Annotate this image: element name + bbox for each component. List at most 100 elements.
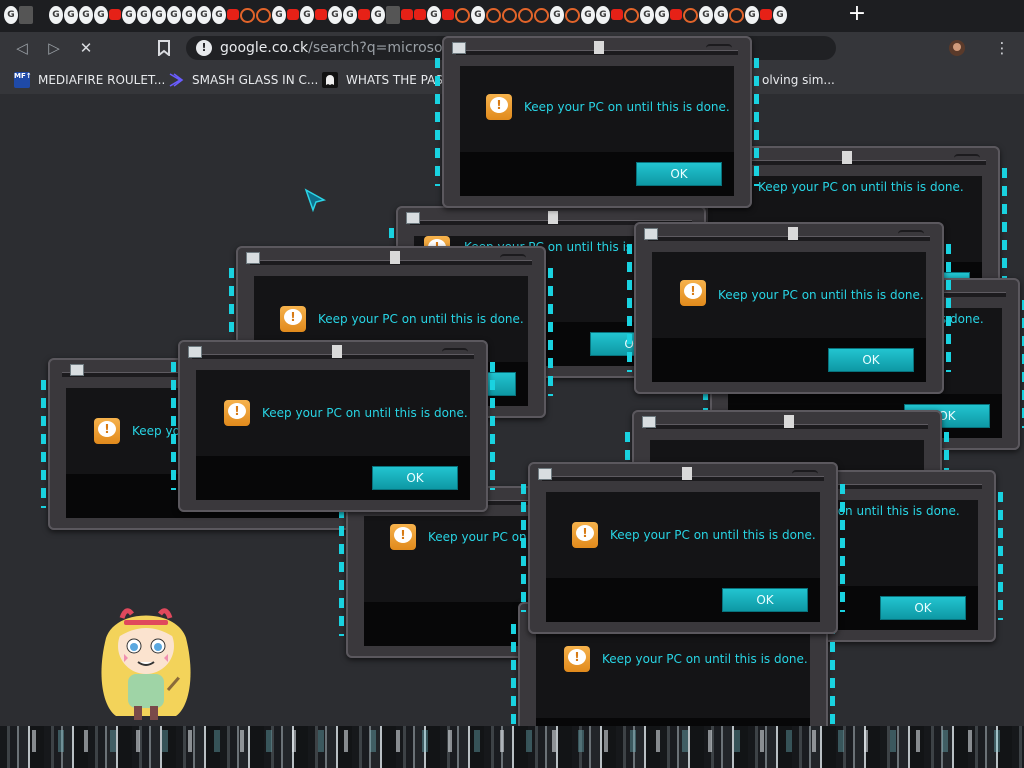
browser-tab[interactable]: G: [64, 6, 78, 24]
browser-tab[interactable]: [386, 6, 400, 24]
new-tab-button[interactable]: +: [846, 3, 868, 26]
browser-tab[interactable]: G: [167, 6, 181, 24]
app-icon: [406, 212, 420, 224]
bookmark-icon[interactable]: [156, 40, 172, 58]
title-slider-knob[interactable]: [784, 415, 794, 428]
browser-tab[interactable]: G: [714, 6, 728, 24]
ok-button[interactable]: OK: [828, 348, 914, 372]
browser-tab[interactable]: [442, 9, 454, 20]
title-slider-knob[interactable]: [548, 211, 558, 224]
dialog-message: Keep your PC on until this is done.: [524, 100, 730, 114]
browser-tab[interactable]: G: [699, 6, 713, 24]
browser-tab[interactable]: G: [79, 6, 93, 24]
browser-tab[interactable]: [227, 9, 239, 20]
browser-tab[interactable]: G: [745, 6, 759, 24]
browser-tab[interactable]: G: [94, 6, 108, 24]
app-icon: [188, 346, 202, 358]
browser-tab[interactable]: G: [152, 6, 166, 24]
browser-tab[interactable]: G: [550, 6, 564, 24]
browser-tab[interactable]: G: [197, 6, 211, 24]
browser-tab[interactable]: G: [471, 6, 485, 24]
ok-button[interactable]: OK: [372, 466, 458, 490]
title-slider-knob[interactable]: [332, 345, 342, 358]
browser-tab[interactable]: [401, 9, 413, 20]
browser-tab[interactable]: [565, 8, 580, 23]
dialog-window[interactable]: OK Keep your PC on until this is done.: [521, 462, 845, 634]
browser-tab[interactable]: G: [212, 6, 226, 24]
dialog-window[interactable]: OK Keep your PC on until this is done.: [627, 222, 951, 394]
browser-tab[interactable]: [358, 9, 370, 20]
title-notch: [706, 44, 732, 52]
browser-tab[interactable]: G: [773, 6, 787, 24]
bookmark-label: WHATS THE PAS: [346, 73, 443, 87]
title-slider-knob[interactable]: [682, 467, 692, 480]
browser-tab[interactable]: G: [182, 6, 196, 24]
browser-tab[interactable]: [256, 8, 271, 23]
back-icon[interactable]: ◁: [14, 40, 30, 56]
forward-icon[interactable]: ▷: [46, 40, 62, 56]
dialog-window[interactable]: OK Keep your PC on until this is done.: [171, 340, 495, 512]
browser-tab[interactable]: [729, 8, 744, 23]
ok-button[interactable]: OK: [636, 162, 722, 186]
browser-tab[interactable]: G: [137, 6, 151, 24]
bookmark-whats-the-pass[interactable]: WHATS THE PAS: [322, 72, 443, 88]
browser-tab[interactable]: [19, 6, 33, 24]
browser-tab[interactable]: [486, 8, 501, 23]
browser-tab[interactable]: [670, 9, 682, 20]
glitch-taskbar-area: [0, 726, 1024, 768]
browser-tab[interactable]: G: [300, 6, 314, 24]
browser-tab[interactable]: [414, 9, 426, 20]
browser-tab[interactable]: [315, 9, 327, 20]
browser-tab[interactable]: G: [427, 6, 441, 24]
browser-tab[interactable]: [760, 9, 772, 20]
browser-tab[interactable]: [518, 8, 533, 23]
stop-loading-icon[interactable]: ✕: [78, 40, 94, 56]
url-text[interactable]: google.co.ck/search?q=microsoft+: [220, 40, 464, 56]
browser-tab[interactable]: [502, 8, 517, 23]
warning-icon: [564, 646, 590, 672]
ok-button[interactable]: OK: [722, 588, 808, 612]
browser-tab[interactable]: G: [640, 6, 654, 24]
browser-tab[interactable]: [287, 9, 299, 20]
browser-tab[interactable]: G: [4, 6, 18, 24]
bookmark-smash-glass[interactable]: SMASH GLASS IN C...: [168, 72, 318, 88]
site-info-icon[interactable]: !: [196, 40, 212, 56]
bookmark-label: olving sim...: [762, 73, 835, 87]
title-slider-knob[interactable]: [390, 251, 400, 264]
browser-tab[interactable]: G: [581, 6, 595, 24]
browser-tab[interactable]: G: [655, 6, 669, 24]
dialog-footer: OK: [652, 338, 926, 382]
dialog-window[interactable]: OK Keep your PC on until this is done.: [435, 36, 759, 208]
avatar[interactable]: [948, 39, 965, 56]
browser-tab[interactable]: G: [49, 6, 63, 24]
browser-tab[interactable]: [683, 8, 698, 23]
browser-tab[interactable]: G: [328, 6, 342, 24]
warning-icon: [486, 94, 512, 120]
browser-tab[interactable]: G: [122, 6, 136, 24]
browser-tab[interactable]: [109, 9, 121, 20]
title-slider-knob[interactable]: [594, 41, 604, 54]
browser-tab[interactable]: [534, 8, 549, 23]
browser-tab[interactable]: [240, 8, 255, 23]
warning-icon: [572, 522, 598, 548]
menu-icon[interactable]: ⋮: [994, 40, 1010, 56]
dialog-footer: OK: [546, 578, 820, 622]
browser-tab[interactable]: [34, 6, 48, 24]
browser-tab[interactable]: G: [343, 6, 357, 24]
bookmark-solving[interactable]: olving sim...: [762, 72, 835, 88]
dialog-message: Keep your PC on until this is done.: [718, 288, 924, 302]
browser-tab[interactable]: [624, 8, 639, 23]
browser-tab[interactable]: [611, 9, 623, 20]
browser-tab[interactable]: [455, 8, 470, 23]
warning-icon: [680, 280, 706, 306]
warning-icon: [224, 400, 250, 426]
browser-tab[interactable]: G: [272, 6, 286, 24]
browser-tab[interactable]: G: [371, 6, 385, 24]
title-notch: [792, 470, 818, 478]
ok-button[interactable]: OK: [880, 596, 966, 620]
app-icon: [452, 42, 466, 54]
bookmark-mediafire[interactable]: MF↑ MEDIAFIRE ROULET...: [14, 72, 165, 88]
title-slider-knob[interactable]: [788, 227, 798, 240]
browser-tab[interactable]: G: [596, 6, 610, 24]
title-slider-knob[interactable]: [842, 151, 852, 164]
